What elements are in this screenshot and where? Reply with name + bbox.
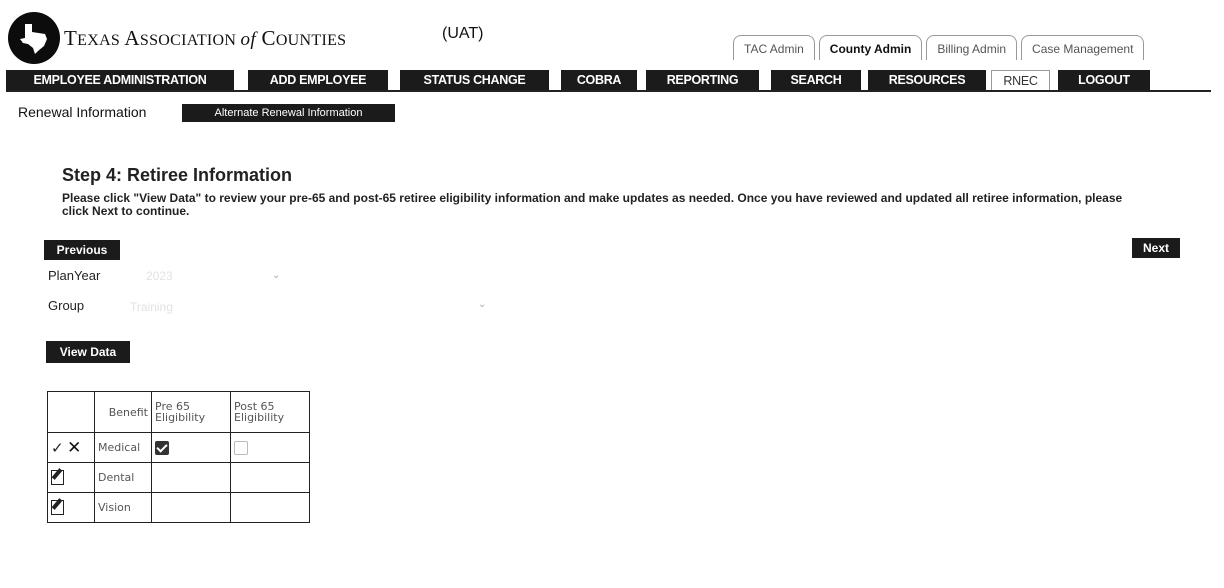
environment-label: (UAT) <box>442 25 484 42</box>
step-title: Step 4: Retiree Information <box>62 165 293 185</box>
previous-button[interactable]: Previous <box>44 240 120 260</box>
nav-reporting[interactable]: REPORTING <box>646 70 759 90</box>
org-name: TEXAS ASSOCIATION of COUNTIES <box>64 26 347 50</box>
table-row: Vision <box>47 492 310 523</box>
post65-cell <box>230 432 310 463</box>
texas-map-icon <box>20 24 47 54</box>
post65-header: Post 65 Eligibility <box>230 391 310 433</box>
texas-logo <box>8 12 60 64</box>
tab-county-admin[interactable]: County Admin <box>818 35 923 60</box>
row-actions: ✓ ✕ <box>47 432 95 463</box>
benefit-cell: Medical <box>94 432 152 463</box>
group-label: Group <box>48 298 85 313</box>
row-actions <box>47 492 95 523</box>
nav-employee-administration[interactable]: EMPLOYEE ADMINISTRATION <box>6 70 234 90</box>
post65-checkbox[interactable] <box>234 440 248 455</box>
nav-status-change[interactable]: STATUS CHANGE <box>400 70 549 90</box>
main-nav: EMPLOYEE ADMINISTRATION ADD EMPLOYEE STA… <box>6 70 1211 92</box>
next-button[interactable]: Next <box>1132 238 1180 258</box>
admin-tabs: TAC Admin County Admin Billing Admin Cas… <box>733 35 1148 60</box>
nav-logout[interactable]: LOGOUT <box>1058 70 1150 90</box>
nav-add-employee[interactable]: ADD EMPLOYEE <box>248 70 388 90</box>
pre65-cell <box>151 492 231 523</box>
benefit-cell: Dental <box>94 462 152 493</box>
cancel-x-icon[interactable]: ✕ <box>67 438 81 458</box>
chevron-down-icon[interactable]: ⌄ <box>478 299 486 310</box>
planyear-label: PlanYear <box>48 268 101 283</box>
step-instructions: Please click "View Data" to review your … <box>62 191 1123 218</box>
planyear-select[interactable]: 2023 <box>146 269 173 283</box>
pre65-cell <box>151 432 231 463</box>
benefit-header: Benefit <box>94 391 152 433</box>
actions-header <box>47 391 95 433</box>
pre65-cell <box>151 462 231 493</box>
nav-cobra[interactable]: COBRA <box>561 70 637 90</box>
tab-case-management[interactable]: Case Management <box>1021 35 1145 60</box>
nav-rnec[interactable]: RNEC <box>991 70 1050 90</box>
tab-tac-admin[interactable]: TAC Admin <box>733 35 815 60</box>
alternate-renewal-button[interactable]: Alternate Renewal Information <box>182 104 395 122</box>
save-check-icon[interactable]: ✓ <box>51 439 64 457</box>
pre65-header: Pre 65 Eligibility <box>151 391 231 433</box>
table-row: ✓ ✕ Medical <box>47 432 310 463</box>
edit-icon[interactable] <box>51 470 64 485</box>
table-row: Dental <box>47 462 310 493</box>
group-select[interactable]: Training <box>130 300 173 314</box>
chevron-down-icon[interactable]: ⌄ <box>272 270 280 281</box>
view-data-button[interactable]: View Data <box>46 341 130 363</box>
nav-resources[interactable]: RESOURCES <box>868 70 986 90</box>
post65-cell <box>230 462 310 493</box>
renewal-information-link[interactable]: Renewal Information <box>18 104 146 120</box>
row-actions <box>47 462 95 493</box>
edit-icon[interactable] <box>51 500 64 515</box>
tab-billing-admin[interactable]: Billing Admin <box>926 35 1018 60</box>
pre65-checkbox[interactable] <box>155 440 169 455</box>
nav-search[interactable]: SEARCH <box>771 70 861 90</box>
table-header-row: Benefit Pre 65 Eligibility Post 65 Eligibi… <box>47 391 310 433</box>
benefits-table: Benefit Pre 65 Eligibility Post 65 Eligibi… <box>47 391 310 523</box>
benefit-cell: Vision <box>94 492 152 523</box>
post65-cell <box>230 492 310 523</box>
